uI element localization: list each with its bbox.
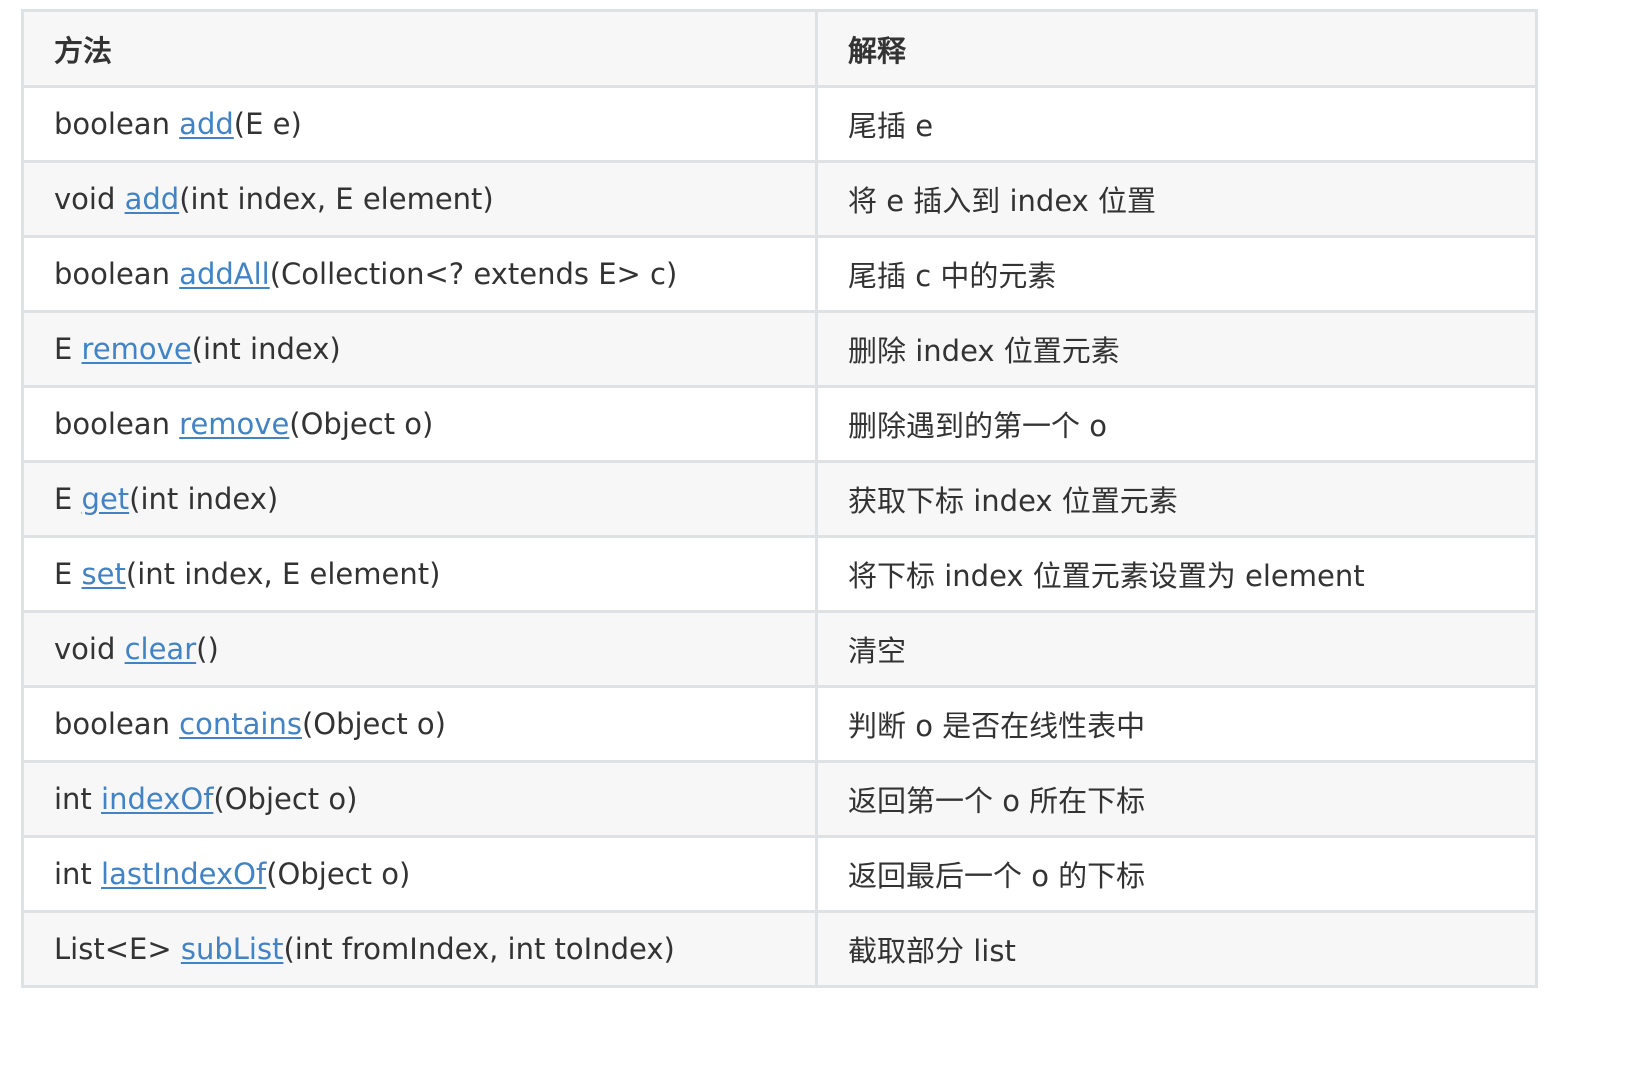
header-method: 方法 <box>21 9 818 88</box>
method-return-type: int <box>54 857 102 891</box>
description-cell: 判断 o 是否在线性表中 <box>815 685 1538 763</box>
method-params: (Object o) <box>289 407 434 441</box>
table-row: boolean add(E e) 尾插 e <box>21 85 1538 163</box>
method-link-indexof[interactable]: indexOf <box>101 782 213 816</box>
table-row: int lastIndexOf(Object o) 返回最后一个 o 的下标 <box>21 835 1538 913</box>
method-return-type: boolean <box>54 107 180 141</box>
method-cell: void clear() <box>21 610 818 688</box>
method-return-type: E <box>54 557 82 591</box>
description-cell: 尾插 c 中的元素 <box>815 235 1538 313</box>
method-return-type: int <box>54 782 102 816</box>
table-row: E get(int index) 获取下标 index 位置元素 <box>21 460 1538 538</box>
method-link-remove-index[interactable]: remove <box>82 332 192 366</box>
method-cell: E get(int index) <box>21 460 818 538</box>
method-link-get[interactable]: get <box>82 482 130 516</box>
method-params: (int index, E element) <box>125 557 441 591</box>
description-cell: 返回第一个 o 所在下标 <box>815 760 1538 838</box>
table-row: void add(int index, E element) 将 e 插入到 i… <box>21 160 1538 238</box>
method-params: () <box>196 632 219 666</box>
method-return-type: List<E> <box>54 932 181 966</box>
header-explanation: 解释 <box>815 9 1538 88</box>
method-params: (E e) <box>233 107 302 141</box>
method-cell: boolean addAll(Collection<? extends E> c… <box>21 235 818 313</box>
method-cell: boolean remove(Object o) <box>21 385 818 463</box>
method-params: (Object o) <box>301 707 446 741</box>
method-link-add-index[interactable]: add <box>125 182 180 216</box>
description-cell: 删除 index 位置元素 <box>815 310 1538 388</box>
table-row: List<E> subList(int fromIndex, int toInd… <box>21 910 1538 988</box>
method-cell: boolean add(E e) <box>21 85 818 163</box>
description-cell: 返回最后一个 o 的下标 <box>815 835 1538 913</box>
method-link-remove-object[interactable]: remove <box>179 407 289 441</box>
table-row: void clear() 清空 <box>21 610 1538 688</box>
method-cell: int lastIndexOf(Object o) <box>21 835 818 913</box>
method-cell: List<E> subList(int fromIndex, int toInd… <box>21 910 818 988</box>
method-link-contains[interactable]: contains <box>179 707 302 741</box>
table-row: boolean addAll(Collection<? extends E> c… <box>21 235 1538 313</box>
description-cell: 清空 <box>815 610 1538 688</box>
method-return-type: void <box>54 632 125 666</box>
method-cell: void add(int index, E element) <box>21 160 818 238</box>
method-params: (int index, E element) <box>179 182 494 216</box>
method-params: (int index) <box>129 482 279 516</box>
method-link-set[interactable]: set <box>82 557 126 591</box>
description-cell: 尾插 e <box>815 85 1538 163</box>
method-link-clear[interactable]: clear <box>125 632 197 666</box>
method-cell: E set(int index, E element) <box>21 535 818 613</box>
method-link-lastindexof[interactable]: lastIndexOf <box>101 857 266 891</box>
table-row: int indexOf(Object o) 返回第一个 o 所在下标 <box>21 760 1538 838</box>
description-cell: 获取下标 index 位置元素 <box>815 460 1538 538</box>
content-wrapper: 方法 解释 boolean add(E e) 尾插 e void add(int… <box>21 9 1538 988</box>
method-cell: boolean contains(Object o) <box>21 685 818 763</box>
description-cell: 将 e 插入到 index 位置 <box>815 160 1538 238</box>
method-link-addall[interactable]: addAll <box>179 257 270 291</box>
method-return-type: boolean <box>54 707 180 741</box>
table-row: boolean contains(Object o) 判断 o 是否在线性表中 <box>21 685 1538 763</box>
method-params: (int index) <box>191 332 341 366</box>
method-link-add[interactable]: add <box>179 107 234 141</box>
method-params: (Collection<? extends E> c) <box>269 257 678 291</box>
table-row: E set(int index, E element) 将下标 index 位置… <box>21 535 1538 613</box>
description-cell: 删除遇到的第一个 o <box>815 385 1538 463</box>
method-return-type: boolean <box>54 407 180 441</box>
method-params: (int fromIndex, int toIndex) <box>283 932 675 966</box>
method-cell: E remove(int index) <box>21 310 818 388</box>
method-params: (Object o) <box>213 782 358 816</box>
table-header-row: 方法 解释 <box>21 9 1538 88</box>
table-row: boolean remove(Object o) 删除遇到的第一个 o <box>21 385 1538 463</box>
table-row: E remove(int index) 删除 index 位置元素 <box>21 310 1538 388</box>
method-cell: int indexOf(Object o) <box>21 760 818 838</box>
method-link-sublist[interactable]: subList <box>181 932 284 966</box>
description-cell: 截取部分 list <box>815 910 1538 988</box>
method-return-type: E <box>54 332 82 366</box>
method-params: (Object o) <box>266 857 411 891</box>
list-methods-table: 方法 解释 boolean add(E e) 尾插 e void add(int… <box>21 9 1538 988</box>
method-return-type: E <box>54 482 82 516</box>
method-return-type: void <box>54 182 125 216</box>
description-cell: 将下标 index 位置元素设置为 element <box>815 535 1538 613</box>
method-return-type: boolean <box>54 257 180 291</box>
